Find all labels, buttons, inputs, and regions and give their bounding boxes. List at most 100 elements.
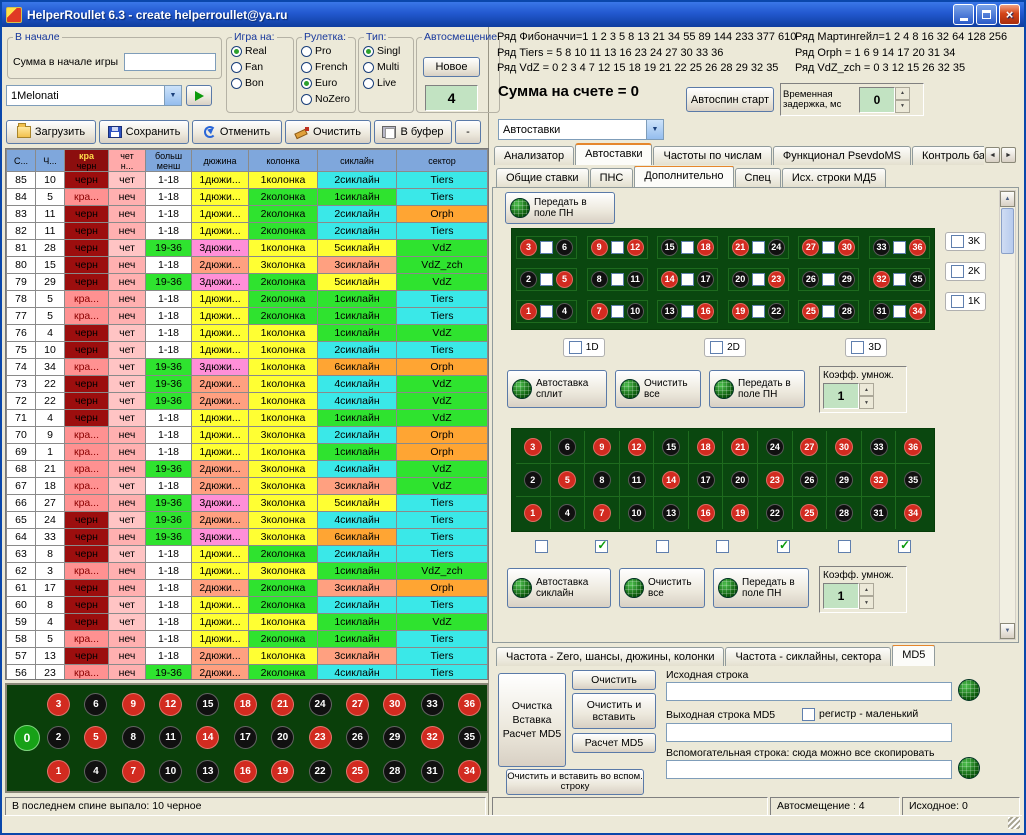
board-number-35[interactable]: 35 xyxy=(458,726,481,749)
radio-option-Pro[interactable]: Pro xyxy=(297,43,355,59)
bet-number-35[interactable]: 35 xyxy=(904,471,922,489)
bet-number-16[interactable]: 16 xyxy=(697,504,715,522)
bet-number-14[interactable]: 14 xyxy=(661,271,678,288)
split-checkbox[interactable] xyxy=(611,273,624,286)
toolbar-button-2[interactable]: Сохранить xyxy=(99,120,189,144)
bet-number-29[interactable]: 29 xyxy=(838,271,855,288)
tabs-main-tab-2[interactable]: Автоставки xyxy=(575,143,652,165)
toolbar-button-4[interactable]: Очистить xyxy=(285,120,371,144)
split-checkbox[interactable] xyxy=(540,273,553,286)
minimize-button[interactable] xyxy=(953,4,974,25)
split-checkbox[interactable] xyxy=(893,273,906,286)
tabs-sub-tab-4[interactable]: Спец xyxy=(735,168,781,187)
tabs-bottom-tab-1[interactable]: Частота - Zero, шансы, дюжины, колонки xyxy=(496,647,724,666)
clear-all-sixline-button[interactable]: Очистить все xyxy=(619,568,705,608)
start-sum-input[interactable] xyxy=(124,53,216,71)
bet-number-18[interactable]: 18 xyxy=(697,239,714,256)
split-checkbox[interactable] xyxy=(893,305,906,318)
bet-number-20[interactable]: 20 xyxy=(731,471,749,489)
board-number-23[interactable]: 23 xyxy=(309,726,332,749)
md5-calc-button[interactable]: Расчет MD5 xyxy=(572,733,656,753)
board-number-31[interactable]: 31 xyxy=(421,760,444,783)
board-number-11[interactable]: 11 xyxy=(159,726,182,749)
bet-number-15[interactable]: 15 xyxy=(661,239,678,256)
split-checkbox[interactable] xyxy=(893,241,906,254)
board-number-8[interactable]: 8 xyxy=(122,726,145,749)
register-checkbox[interactable]: регистр - маленький xyxy=(802,706,918,722)
spin-up-button[interactable]: ▲ xyxy=(859,383,874,396)
split-checkbox[interactable] xyxy=(822,241,835,254)
bet-number-27[interactable]: 27 xyxy=(802,239,819,256)
bet-number-6[interactable]: 6 xyxy=(556,239,573,256)
toolbar-button-6[interactable]: - xyxy=(455,120,481,144)
new-button[interactable]: Новое xyxy=(423,57,480,77)
bet-number-10[interactable]: 10 xyxy=(628,504,646,522)
checkbox-icon[interactable] xyxy=(951,265,964,278)
md5-clear-paste-aux-button[interactable]: Очистить и вставить во вспом. строку xyxy=(506,769,644,795)
bet-number-30[interactable]: 30 xyxy=(838,239,855,256)
split-checkbox[interactable] xyxy=(681,241,694,254)
chevron-down-icon[interactable]: ▼ xyxy=(646,120,663,139)
column-check-1K[interactable]: 1K xyxy=(945,292,986,311)
sixline-checkbox-1[interactable] xyxy=(535,540,548,553)
scroll-up-button[interactable]: ▲ xyxy=(1000,191,1015,207)
md5-aux-transfer-button[interactable] xyxy=(958,757,980,779)
bet-number-20[interactable]: 20 xyxy=(732,271,749,288)
radio-option-Multi[interactable]: Multi xyxy=(359,59,413,75)
bet-number-17[interactable]: 17 xyxy=(697,271,714,288)
board-number-26[interactable]: 26 xyxy=(346,726,369,749)
board-number-25[interactable]: 25 xyxy=(346,760,369,783)
radio-option-Euro[interactable]: Euro xyxy=(297,75,355,91)
clear-all-split-button[interactable]: Очистить все xyxy=(615,370,701,408)
bet-number-22[interactable]: 22 xyxy=(766,504,784,522)
bet-number-7[interactable]: 7 xyxy=(591,303,608,320)
bet-number-2[interactable]: 2 xyxy=(524,471,542,489)
tabs-bottom-tab-2[interactable]: Частота - сиклайны, сектора xyxy=(725,647,891,666)
radio-option-Bon[interactable]: Bon xyxy=(227,75,293,91)
play-button[interactable] xyxy=(186,85,212,106)
tabs-main-tab-5[interactable]: Контроль банкрол xyxy=(912,146,984,165)
bet-number-27[interactable]: 27 xyxy=(800,438,818,456)
bet-number-28[interactable]: 28 xyxy=(835,504,853,522)
board-zero[interactable]: 0 xyxy=(14,725,40,751)
bet-number-34[interactable]: 34 xyxy=(904,504,922,522)
bet-number-21[interactable]: 21 xyxy=(732,239,749,256)
transfer-to-pn-button[interactable]: Передать в поле ПН xyxy=(505,192,615,224)
bet-number-10[interactable]: 10 xyxy=(627,303,644,320)
checkbox-icon[interactable] xyxy=(710,341,723,354)
scroll-thumb[interactable] xyxy=(1001,208,1014,254)
board-number-14[interactable]: 14 xyxy=(196,726,219,749)
board-number-28[interactable]: 28 xyxy=(383,760,406,783)
tabs-sub-tab-1[interactable]: Общие ставки xyxy=(496,168,589,187)
board-number-5[interactable]: 5 xyxy=(84,726,107,749)
md5-clear-paste-button[interactable]: Очистить и вставить xyxy=(572,693,656,729)
tabs-main-tab-1[interactable]: Анализатор xyxy=(494,146,574,165)
radio-option-Singl[interactable]: Singl xyxy=(359,43,413,59)
board-number-13[interactable]: 13 xyxy=(196,760,219,783)
board-number-20[interactable]: 20 xyxy=(271,726,294,749)
board-number-18[interactable]: 18 xyxy=(234,693,257,716)
bet-number-26[interactable]: 26 xyxy=(800,471,818,489)
md5-source-transfer-button[interactable] xyxy=(958,679,980,701)
bet-number-29[interactable]: 29 xyxy=(835,471,853,489)
bet-number-15[interactable]: 15 xyxy=(662,438,680,456)
board-number-27[interactable]: 27 xyxy=(346,693,369,716)
autobet-split-button[interactable]: Автоставка сплит xyxy=(507,370,607,408)
bet-number-31[interactable]: 31 xyxy=(873,303,890,320)
chevron-down-icon[interactable]: ▼ xyxy=(164,86,181,105)
board-number-24[interactable]: 24 xyxy=(309,693,332,716)
sixline-checkbox-7[interactable] xyxy=(898,540,911,553)
tabs-scroll-left-button[interactable]: ◄ xyxy=(985,147,1000,163)
dozen-check-1D[interactable]: 1D xyxy=(563,338,605,357)
radio-option-Real[interactable]: Real xyxy=(227,43,293,59)
bet-number-22[interactable]: 22 xyxy=(768,303,785,320)
radio-option-Fan[interactable]: Fan xyxy=(227,59,293,75)
bet-number-26[interactable]: 26 xyxy=(802,271,819,288)
bet-number-1[interactable]: 1 xyxy=(524,504,542,522)
bet-number-32[interactable]: 32 xyxy=(870,471,888,489)
bet-number-19[interactable]: 19 xyxy=(731,504,749,522)
bet-number-25[interactable]: 25 xyxy=(802,303,819,320)
bet-number-2[interactable]: 2 xyxy=(520,271,537,288)
split-checkbox[interactable] xyxy=(681,305,694,318)
board-number-19[interactable]: 19 xyxy=(271,760,294,783)
